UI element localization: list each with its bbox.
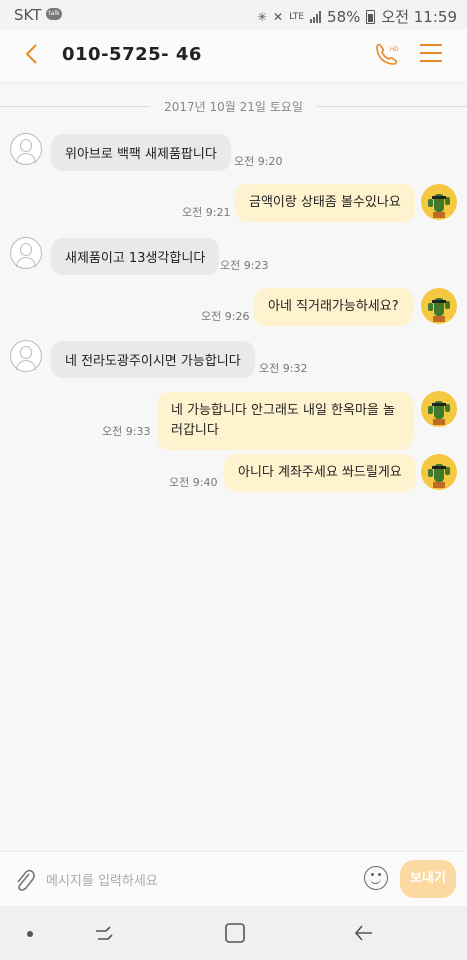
message-time: 오전 9:21 — [182, 206, 231, 219]
clock: 오전 11:59 — [381, 8, 457, 26]
back-arrow-icon[interactable] — [22, 42, 42, 66]
talk-notification-icon: talk — [46, 8, 62, 20]
message-time: 오전 9:33 — [102, 425, 151, 438]
message-time: 오전 9:20 — [234, 155, 283, 168]
send-button[interactable]: 보내기 — [400, 860, 456, 898]
emoji-icon[interactable] — [364, 866, 388, 890]
carrier-label: SKT — [14, 6, 42, 24]
message-time: 오전 9:23 — [220, 259, 269, 272]
mute-icon: ✕ — [273, 9, 284, 24]
outgoing-message-bubble[interactable]: 금액이랑 상태좀 볼수있나요 — [235, 184, 415, 222]
my-avatar-cactus-icon[interactable] — [421, 391, 457, 427]
battery-icon — [366, 9, 376, 24]
bluetooth-icon: ✳ — [256, 9, 268, 24]
svg-text:HD: HD — [390, 47, 399, 53]
my-avatar-cactus-icon[interactable] — [421, 454, 457, 490]
message-time: 오전 9:32 — [259, 362, 308, 375]
battery-percent: 58% — [327, 7, 361, 26]
nav-dot-icon — [27, 931, 33, 937]
my-avatar-cactus-icon[interactable] — [421, 288, 457, 324]
message-composer: 메시지를 입력하세요 보내기 — [0, 851, 467, 907]
contact-avatar[interactable] — [10, 133, 42, 165]
network-type: LTE — [289, 11, 305, 22]
contact-phone-number: 010-5725- 46 — [62, 44, 202, 65]
message-time: 오전 9:26 — [201, 310, 250, 323]
outgoing-message-bubble[interactable]: 아네 직거래가능하세요? — [254, 288, 413, 326]
signal-icon — [310, 10, 322, 23]
outgoing-message-bubble[interactable]: 네 가능합니다 안그래도 내일 한옥마을 놀러갑니다 — [157, 392, 413, 450]
outgoing-message-bubble[interactable]: 아니다 계좌주세요 쏴드릴게요 — [224, 454, 416, 492]
back-nav-icon[interactable] — [352, 922, 376, 944]
home-icon[interactable] — [224, 922, 246, 944]
conversation-header: 010-5725- 46 HD — [0, 30, 467, 83]
menu-icon[interactable] — [420, 44, 442, 68]
contact-avatar[interactable] — [10, 340, 42, 372]
hd-call-icon[interactable]: HD — [372, 41, 400, 69]
attach-icon[interactable] — [12, 866, 36, 894]
incoming-message-bubble[interactable]: 새제품이고 13생각합니다 — [51, 238, 220, 275]
message-time: 오전 9:40 — [169, 476, 218, 489]
status-bar: SKT talk ✳ ✕ LTE 58% 오전 11:59 — [0, 0, 467, 30]
date-divider: 2017년 10월 21일 토요일 — [0, 98, 467, 115]
incoming-message-bubble[interactable]: 위아브로 백팩 새제품팝니다 — [51, 134, 231, 171]
message-input[interactable]: 메시지를 입력하세요 — [46, 870, 158, 889]
contact-avatar[interactable] — [10, 237, 42, 269]
my-avatar-cactus-icon[interactable] — [421, 184, 457, 220]
incoming-message-bubble[interactable]: 네 전라도광주이시면 가능합니다 — [51, 341, 255, 378]
recent-apps-icon[interactable] — [92, 924, 116, 944]
system-navigation-bar — [0, 906, 467, 960]
